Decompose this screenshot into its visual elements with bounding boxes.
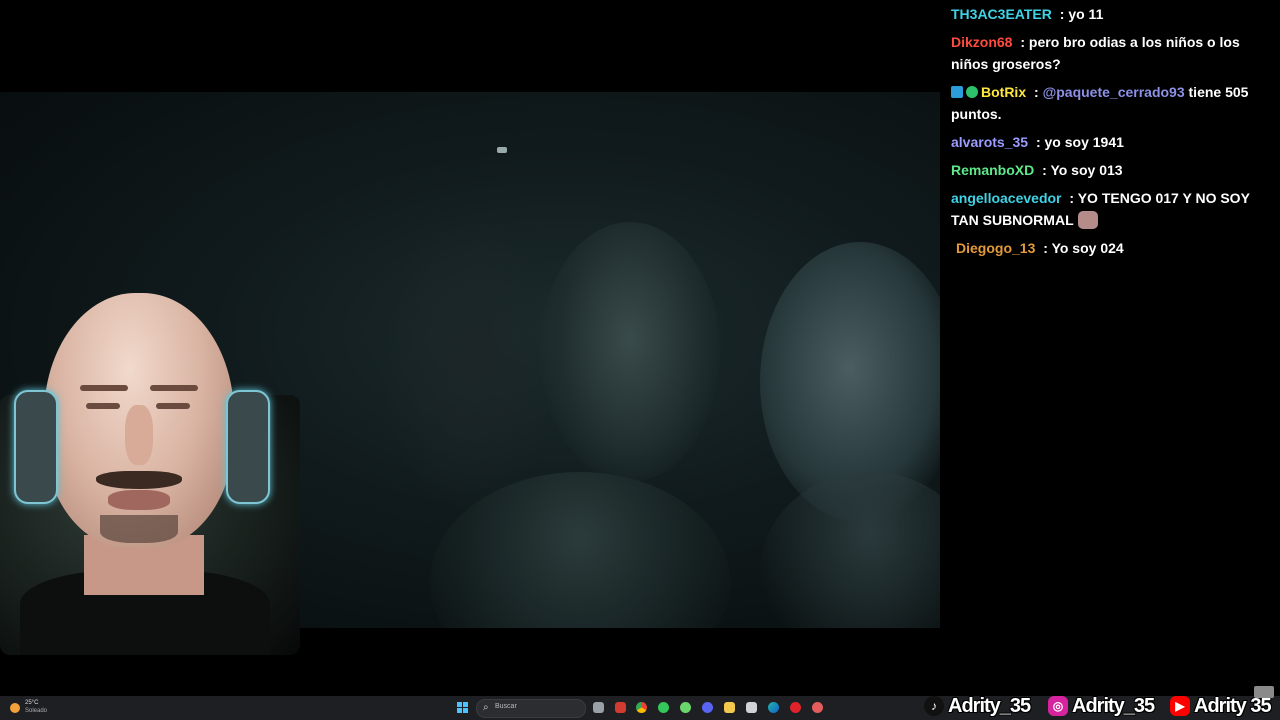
chrome-icon[interactable] <box>636 702 647 713</box>
folder-icon[interactable] <box>724 702 735 713</box>
streamer-beard <box>100 515 178 543</box>
windows-start-icon[interactable] <box>457 702 469 714</box>
sun-icon <box>10 703 20 713</box>
chat-username: RemanboXD <box>951 162 1035 178</box>
search-icon: ⌕ <box>483 702 489 713</box>
streamer-brow-left <box>80 385 128 391</box>
instagram-icon: ◎ <box>1048 696 1068 716</box>
streamer-mouth <box>108 490 170 510</box>
instagram-handle: ◎ Adrity_35 <box>1048 692 1155 720</box>
streamer-eye-right <box>156 403 190 409</box>
youtube-icon: ▶ <box>1170 696 1190 716</box>
taskbar-search-box[interactable]: ⌕ Buscar <box>476 699 586 718</box>
verified-badge-icon <box>966 86 978 98</box>
chat-separator: : <box>1039 240 1052 256</box>
chat-mention: @paquete_cerrado93 <box>1042 84 1185 100</box>
tiktok-handle: ♪ Adrity_35 <box>924 692 1031 720</box>
app-red2-icon[interactable] <box>812 702 823 713</box>
social-handles-overlay: ♪ Adrity_35 ◎ Adrity_35 ▶ Adrity 35 <box>920 692 1280 720</box>
chat-username: Diegogo_13 <box>956 240 1036 256</box>
chat-separator: : <box>1065 190 1078 206</box>
streamer-mustache <box>96 471 182 489</box>
chat-text: yo soy 1941 <box>1044 134 1124 150</box>
task-view-icon[interactable] <box>593 702 604 713</box>
chat-message: TH3AC3EATER : yo 11 <box>948 0 1274 28</box>
chat-message: angelloacevedor : YO TENGO 017 Y NO SOY … <box>948 184 1274 234</box>
headset-left-cup <box>14 390 58 504</box>
webcam-overlay <box>0 285 300 655</box>
chat-separator: : <box>1016 34 1029 50</box>
chat-username: Dikzon68 <box>951 34 1013 50</box>
background-figure <box>380 212 560 512</box>
chat-message: Diegogo_13 : Yo soy 024 <box>948 234 1274 262</box>
chat-username: alvarots_35 <box>951 134 1029 150</box>
app-dark-icon[interactable] <box>746 702 757 713</box>
edge-icon[interactable] <box>768 702 779 713</box>
discord-icon[interactable] <box>702 702 713 713</box>
chat-message: RemanboXD : Yo soy 013 <box>948 156 1274 184</box>
app-green2-icon[interactable] <box>680 702 691 713</box>
chat-message: alvarots_35 : yo soy 1941 <box>948 128 1274 156</box>
weather-temperature: 25°C <box>25 700 39 706</box>
corner-thumbnail <box>1254 686 1274 698</box>
tiktok-icon: ♪ <box>924 696 944 716</box>
chat-text: yo 11 <box>1068 6 1104 22</box>
streamer-brow-right <box>150 385 198 391</box>
chat-username: TH3AC3EATER <box>951 6 1052 22</box>
chat-username: angelloacevedor <box>951 190 1062 206</box>
streamer-eye-left <box>86 403 120 409</box>
bot-badge-icon <box>951 86 963 98</box>
figure-left-face <box>540 222 720 482</box>
chat-text: Yo soy 024 <box>1051 240 1124 256</box>
light-glint <box>497 147 507 153</box>
chat-separator: : <box>1038 162 1051 178</box>
tiktok-username: Adrity_35 <box>948 694 1031 717</box>
chat-message: Dikzon68 : pero bro odias a los niños o … <box>948 28 1274 78</box>
chat-message: BotRix : @paquete_cerrado93 tiene 505 pu… <box>948 78 1274 128</box>
headset-right-cup <box>226 390 270 504</box>
streamer-nose <box>125 405 153 465</box>
chat-overlay: TH3AC3EATER : yo 11 Dikzon68 : pero bro … <box>948 0 1274 262</box>
opera-icon[interactable] <box>790 702 801 713</box>
weather-widget[interactable]: 25°C Soleado <box>10 699 100 717</box>
chat-text: Yo soy 013 <box>1050 162 1123 178</box>
chat-username: BotRix <box>981 84 1027 100</box>
search-placeholder: Buscar <box>495 703 517 710</box>
chat-separator: : <box>1055 6 1069 22</box>
app-green-icon[interactable] <box>658 702 669 713</box>
chat-separator: : <box>1030 84 1043 100</box>
weather-condition: Soleado <box>25 708 48 714</box>
cat-emote-icon <box>1077 211 1098 229</box>
instagram-username: Adrity_35 <box>1072 694 1155 717</box>
app-red-icon[interactable] <box>615 702 626 713</box>
figure-right-body <box>760 472 940 628</box>
chat-separator: : <box>1032 134 1045 150</box>
